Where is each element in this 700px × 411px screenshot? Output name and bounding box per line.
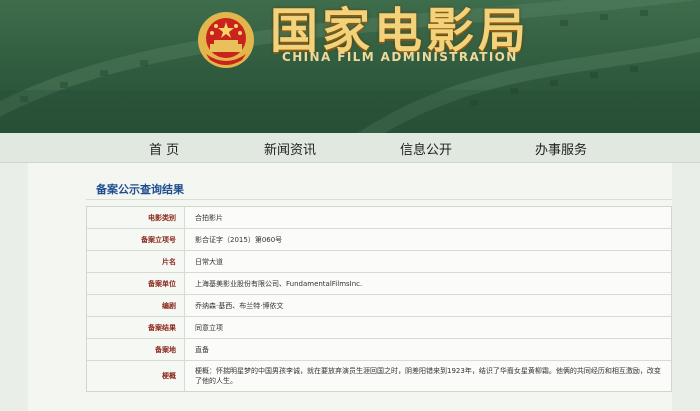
- nav-item-news[interactable]: 新闻资讯: [264, 139, 316, 158]
- row-value: 日常大道: [195, 257, 223, 266]
- title-divider: [86, 199, 672, 200]
- row-label: 梗概: [87, 361, 185, 391]
- table-row: 片名 日常大道: [87, 251, 671, 273]
- row-value: 上海基美影业股份有限公司、FundamentalFilmsInc.: [195, 279, 363, 288]
- row-label: 编剧: [87, 295, 185, 316]
- row-value: 梗概：怀揣明星梦的中国男孩李诚，就在要放弃演员生涯回国之时，阴差阳错来到1923…: [195, 367, 661, 385]
- row-label: 备案结果: [87, 317, 185, 338]
- row-label: 电影类别: [87, 207, 185, 228]
- row-value: 同意立项: [195, 323, 223, 332]
- row-label: 备案单位: [87, 273, 185, 294]
- table-row: 备案结果 同意立项: [87, 317, 671, 339]
- nav-item-home[interactable]: 首 页: [149, 139, 179, 158]
- row-label: 备案地: [87, 339, 185, 360]
- table-row: 备案单位 上海基美影业股份有限公司、FundamentalFilmsInc.: [87, 273, 671, 295]
- national-emblem-icon: [198, 12, 254, 68]
- row-value: 直备: [195, 345, 209, 354]
- table-row: 梗概 梗概：怀揣明星梦的中国男孩李诚，就在要放弃演员生涯回国之时，阴差阳错来到1…: [87, 361, 671, 391]
- site-title-english: CHINA FILM ADMINISTRATION: [282, 50, 518, 64]
- main-nav: 首 页 新闻资讯 信息公开 办事服务: [0, 133, 700, 163]
- table-row: 备案地 直备: [87, 339, 671, 361]
- record-table: 电影类别 合拍影片 备案立项号 影合证字（2015）第060号 片名 日常大道 …: [86, 206, 672, 392]
- table-row: 备案立项号 影合证字（2015）第060号: [87, 229, 671, 251]
- row-label: 片名: [87, 251, 185, 272]
- site-banner: 国家电影局 CHINA FILM ADMINISTRATION: [0, 0, 700, 133]
- row-label: 备案立项号: [87, 229, 185, 250]
- nav-item-info-disclosure[interactable]: 信息公开: [400, 139, 452, 158]
- section-title: 备案公示查询结果: [96, 183, 184, 196]
- row-value: 乔纳森·基西、布兰特·博依文: [195, 301, 284, 310]
- table-row: 编剧 乔纳森·基西、布兰特·博依文: [87, 295, 671, 317]
- table-row: 电影类别 合拍影片: [87, 207, 671, 229]
- row-value: 合拍影片: [195, 213, 223, 222]
- row-value: 影合证字（2015）第060号: [195, 235, 283, 244]
- nav-item-services[interactable]: 办事服务: [535, 139, 587, 158]
